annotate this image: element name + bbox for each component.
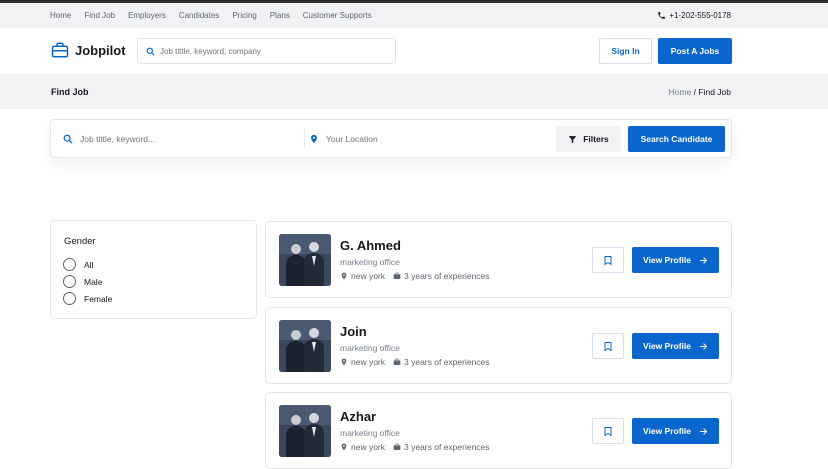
gender-option-label: All: [84, 259, 94, 270]
candidate-photo: [279, 405, 331, 457]
arrow-right-icon: [700, 342, 707, 350]
candidate-experience: 3 years of experiences: [404, 357, 490, 367]
breadcrumb-separator: /: [691, 86, 699, 97]
candidate-location: new york: [351, 442, 386, 452]
search-icon: [63, 134, 73, 143]
candidate-name[interactable]: G. Ahmed: [340, 238, 401, 253]
phone-number: +1-202-555-0178: [669, 11, 731, 20]
field-divider: [304, 129, 305, 148]
candidate-meta: new york 3 years of experiences: [340, 271, 490, 281]
nav-link-pricing[interactable]: Pricing: [232, 11, 256, 20]
arrow-right-icon: [700, 427, 707, 435]
candidate-card: Azhar marketing office new york 3 years …: [265, 392, 732, 469]
bookmark-button[interactable]: [592, 247, 624, 273]
gender-filter-panel: Gender All Male Female: [50, 220, 257, 319]
keyword-field[interactable]: [63, 120, 280, 157]
candidate-role: marketing office: [340, 428, 400, 438]
search-candidate-button[interactable]: Search Candidate: [628, 126, 725, 152]
filter-icon: [568, 135, 577, 143]
location-pin-icon: [341, 443, 347, 451]
briefcase-icon: [393, 443, 401, 450]
candidate-meta: new york 3 years of experiences: [340, 442, 490, 452]
candidate-experience: 3 years of experiences: [404, 442, 490, 452]
sign-in-button[interactable]: Sign In: [599, 38, 652, 64]
gender-option-all[interactable]: All: [63, 258, 93, 271]
location-pin-icon: [311, 134, 317, 143]
filters-label: Filters: [583, 134, 609, 144]
candidate-photo: [279, 320, 331, 372]
logo-text: Jobpilot: [75, 42, 126, 58]
breadcrumb-home[interactable]: Home: [669, 87, 692, 97]
briefcase-logo-icon: [51, 42, 69, 58]
view-profile-button[interactable]: View Profile: [632, 247, 719, 273]
bookmark-icon: [604, 341, 612, 351]
breadcrumb: Home / Find Job: [669, 74, 731, 109]
location-field[interactable]: [309, 120, 526, 157]
candidate-name[interactable]: Azhar: [340, 409, 376, 424]
candidate-search-bar: Filters Search Candidate: [50, 119, 732, 158]
top-nav-links: Home Find Job Employers Candidates Prici…: [50, 3, 372, 28]
candidate-photo: [279, 234, 331, 286]
breadcrumb-current: Find Job: [698, 86, 731, 97]
candidate-card: G. Ahmed marketing office new york 3 yea…: [265, 221, 732, 298]
gender-option-label: Female: [84, 293, 113, 304]
gender-option-label: Male: [84, 276, 103, 287]
location-input[interactable]: [326, 133, 526, 144]
briefcase-icon: [393, 272, 401, 279]
candidate-experience: 3 years of experiences: [404, 271, 490, 281]
nav-link-find-job[interactable]: Find Job: [84, 11, 115, 20]
radio-circle[interactable]: [63, 258, 76, 271]
nav-link-home[interactable]: Home: [50, 11, 71, 20]
view-profile-button[interactable]: View Profile: [632, 418, 719, 444]
view-profile-label: View Profile: [642, 426, 692, 436]
nav-link-employers[interactable]: Employers: [128, 11, 166, 20]
bookmark-button[interactable]: [592, 333, 624, 359]
candidate-meta: new york 3 years of experiences: [340, 357, 490, 367]
gender-filter-title: Gender: [64, 236, 96, 247]
candidate-card: Join marketing office new york 3 years o…: [265, 307, 732, 384]
nav-link-candidates[interactable]: Candidates: [179, 11, 219, 20]
location-pin-icon: [341, 272, 347, 280]
candidate-name[interactable]: Join: [340, 324, 367, 339]
candidate-role: marketing office: [340, 257, 400, 267]
view-profile-label: View Profile: [642, 341, 692, 351]
radio-circle[interactable]: [63, 292, 76, 305]
logo[interactable]: Jobpilot: [51, 41, 126, 59]
gender-option-male[interactable]: Male: [63, 275, 102, 288]
header: Jobpilot Sign In Post A Jobs: [0, 28, 828, 74]
location-pin-icon: [341, 358, 347, 366]
keyword-input[interactable]: [80, 133, 280, 144]
radio-circle[interactable]: [63, 275, 76, 288]
view-profile-button[interactable]: View Profile: [632, 333, 719, 359]
top-nav: Home Find Job Employers Candidates Prici…: [0, 3, 828, 28]
candidate-location: new york: [351, 271, 386, 281]
arrow-right-icon: [700, 256, 707, 264]
bookmark-icon: [604, 255, 612, 265]
nav-link-plans[interactable]: Plans: [270, 11, 290, 20]
header-search-input[interactable]: [160, 46, 380, 56]
view-profile-label: View Profile: [642, 255, 692, 265]
gender-option-female[interactable]: Female: [63, 292, 112, 305]
filters-button[interactable]: Filters: [556, 126, 621, 152]
header-search[interactable]: [137, 38, 396, 64]
phone-contact[interactable]: +1-202-555-0178: [657, 3, 731, 28]
bookmark-icon: [604, 426, 612, 436]
phone-icon: [658, 12, 666, 19]
page-title-bar: Find Job Home / Find Job: [0, 74, 828, 109]
post-job-button[interactable]: Post A Jobs: [658, 38, 732, 64]
nav-link-customer-supports[interactable]: Customer Supports: [303, 11, 372, 20]
candidate-role: marketing office: [340, 343, 400, 353]
page-title: Find Job: [51, 86, 89, 97]
briefcase-icon: [393, 358, 401, 365]
bookmark-button[interactable]: [592, 418, 624, 444]
candidate-location: new york: [351, 357, 386, 367]
search-icon: [146, 47, 155, 55]
